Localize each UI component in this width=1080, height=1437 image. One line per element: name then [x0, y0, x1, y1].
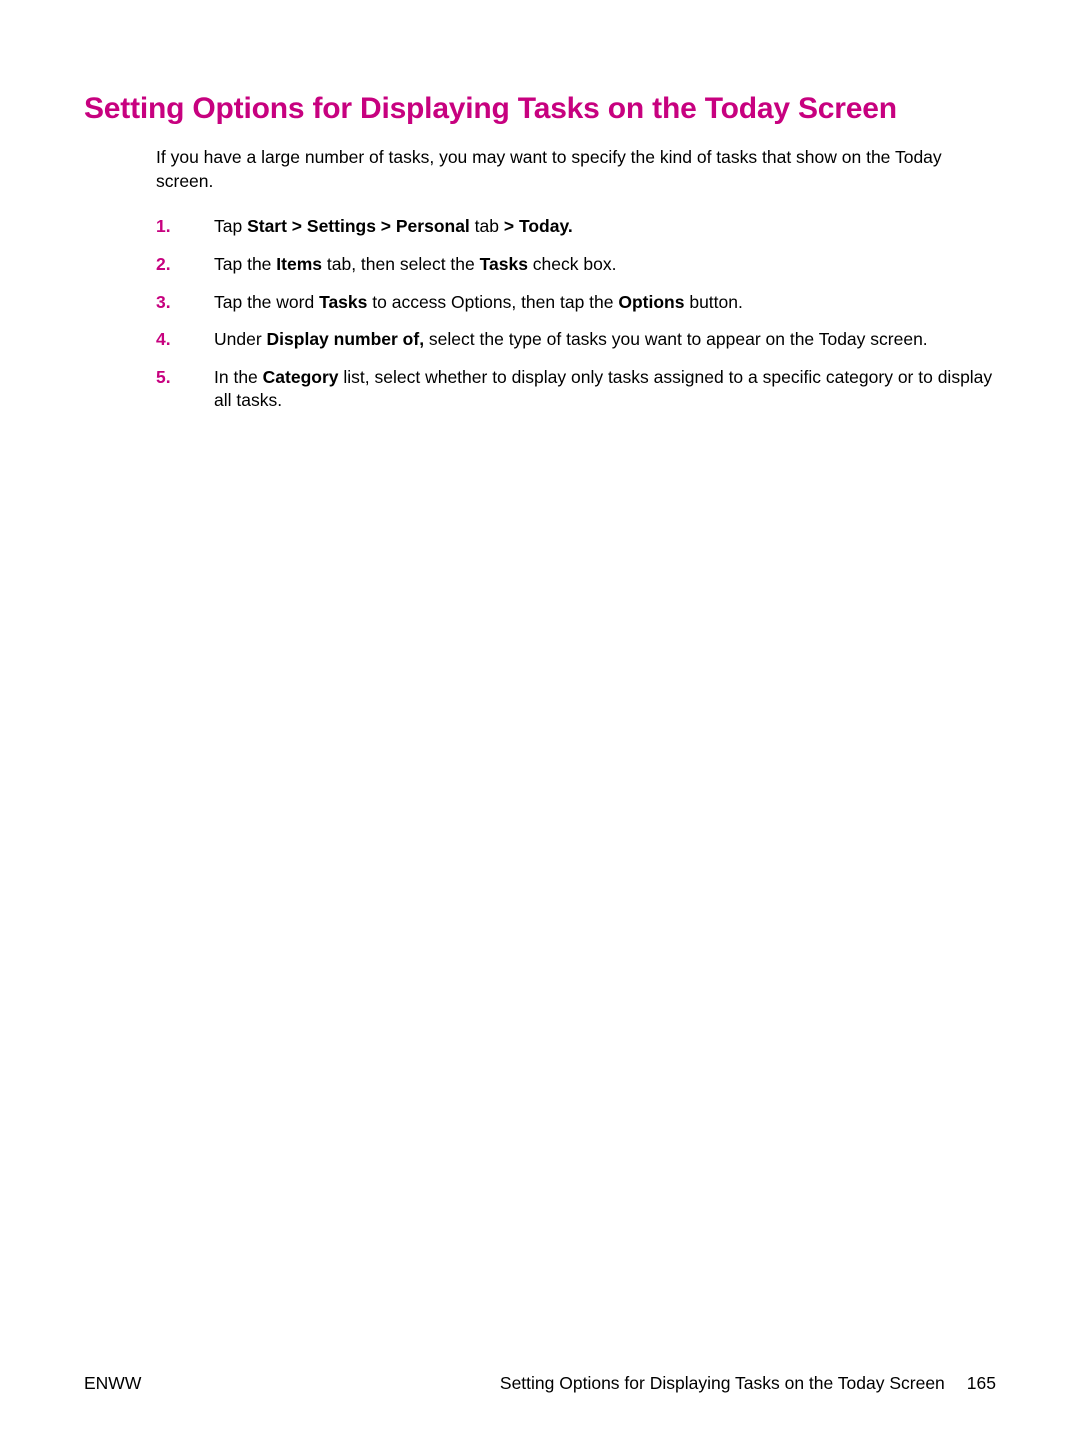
step-number: 5.: [156, 366, 214, 413]
step-number: 3.: [156, 291, 214, 315]
steps-list: 1. Tap Start > Settings > Personal tab >…: [156, 215, 996, 413]
bold-text: Tasks: [319, 292, 367, 312]
step-item: 2. Tap the Items tab, then select the Ta…: [156, 253, 996, 277]
footer-right: Setting Options for Displaying Tasks on …: [500, 1373, 996, 1394]
step-item: 1. Tap Start > Settings > Personal tab >…: [156, 215, 996, 239]
bold-text: Category: [263, 367, 339, 387]
step-item: 3. Tap the word Tasks to access Options,…: [156, 291, 996, 315]
step-text: Tap Start > Settings > Personal tab > To…: [214, 215, 996, 239]
page-heading: Setting Options for Displaying Tasks on …: [84, 92, 996, 126]
step-item: 5. In the Category list, select whether …: [156, 366, 996, 413]
bold-text: > Today.: [504, 216, 573, 236]
step-text: Tap the Items tab, then select the Tasks…: [214, 253, 996, 277]
bold-text: Display number of,: [267, 329, 425, 349]
step-text: Under Display number of, select the type…: [214, 328, 996, 352]
bold-text: Options: [618, 292, 684, 312]
step-text: Tap the word Tasks to access Options, th…: [214, 291, 996, 315]
document-page: Setting Options for Displaying Tasks on …: [0, 0, 1080, 1437]
footer-page-number: 165: [967, 1373, 996, 1394]
intro-paragraph: If you have a large number of tasks, you…: [156, 146, 996, 193]
step-number: 4.: [156, 328, 214, 352]
bold-text: Tasks: [480, 254, 528, 274]
step-text: In the Category list, select whether to …: [214, 366, 996, 413]
bold-text: Items: [276, 254, 322, 274]
step-number: 1.: [156, 215, 214, 239]
step-number: 2.: [156, 253, 214, 277]
bold-text: Start > Settings > Personal: [247, 216, 470, 236]
step-item: 4. Under Display number of, select the t…: [156, 328, 996, 352]
page-footer: ENWW Setting Options for Displaying Task…: [84, 1373, 996, 1394]
footer-section-title: Setting Options for Displaying Tasks on …: [500, 1373, 945, 1394]
footer-left: ENWW: [84, 1373, 141, 1394]
